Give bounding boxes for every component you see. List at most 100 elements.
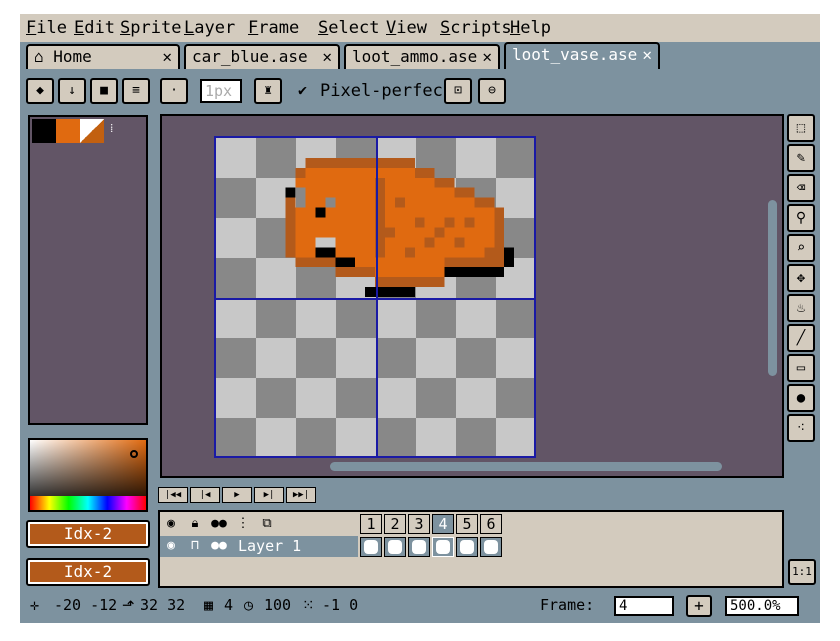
- continuous-icon[interactable]: ●●: [208, 514, 230, 534]
- cel[interactable]: [432, 537, 454, 557]
- cel[interactable]: [360, 537, 382, 557]
- tab-bar: ⌂ Home ✕ car_blue.ase ✕ loot_ammo.ase ✕ …: [20, 42, 820, 69]
- close-icon[interactable]: ✕: [322, 46, 332, 67]
- continuous-icon[interactable]: ●●: [208, 536, 230, 556]
- tab-home[interactable]: ⌂ Home ✕: [26, 44, 180, 69]
- tab-label: loot_vase.ase: [512, 45, 638, 64]
- previous-frame-icon[interactable]: |◀: [190, 487, 220, 503]
- layer-row[interactable]: ◉ ⊓ ●● Layer 1: [160, 536, 358, 557]
- zoom-icon[interactable]: ⌕: [787, 234, 815, 262]
- hue-slider[interactable]: [30, 496, 146, 510]
- tab-loot-ammo[interactable]: loot_ammo.ase ✕: [344, 44, 500, 69]
- lock-icon[interactable]: 🔒︎: [184, 514, 206, 534]
- line-icon[interactable]: ╱: [787, 324, 815, 352]
- pixel-perfect-label[interactable]: Pixel-perfect: [320, 81, 453, 101]
- arrow-down-icon[interactable]: ↓: [58, 78, 86, 104]
- frame-header-6[interactable]: 6: [480, 514, 502, 534]
- eye-icon[interactable]: ◉: [160, 514, 182, 534]
- frame-header-2[interactable]: 2: [384, 514, 406, 534]
- first-frame-icon[interactable]: |◀◀: [158, 487, 188, 503]
- grid-info: -1 0: [322, 596, 359, 614]
- tab-loot-vase[interactable]: loot_vase.ase ✕: [504, 42, 660, 69]
- foreground-color-button[interactable]: Idx-2: [26, 520, 150, 548]
- menu-edit[interactable]: Edit: [74, 18, 115, 38]
- horizontal-scrollbar[interactable]: [330, 462, 722, 471]
- last-frame-icon[interactable]: ▶▶|: [286, 487, 316, 503]
- play-icon[interactable]: ▶: [222, 487, 252, 503]
- rectangle-icon[interactable]: ▭: [787, 354, 815, 382]
- cel[interactable]: [384, 537, 406, 557]
- zoom-input[interactable]: 500.0%: [725, 596, 799, 616]
- symmetry-vertical-icon[interactable]: ⊡: [444, 78, 472, 104]
- paint-bucket-icon[interactable]: ♨: [787, 294, 815, 322]
- menu-scripts[interactable]: Scripts: [440, 18, 512, 38]
- close-icon[interactable]: ✕: [162, 46, 172, 67]
- symmetry-horizontal-icon[interactable]: ⊖: [478, 78, 506, 104]
- check-icon[interactable]: ✔: [298, 81, 307, 99]
- close-icon[interactable]: ✕: [482, 46, 492, 67]
- menu-sprite[interactable]: Sprite: [120, 18, 181, 38]
- palette-swatch[interactable]: [32, 119, 56, 143]
- frame-header-1[interactable]: 1: [360, 514, 382, 534]
- sprite-editor[interactable]: [160, 114, 784, 478]
- dot-brush-icon[interactable]: ·: [160, 78, 188, 104]
- tools-panel: ⬚ ✎ ⌫ ⚲ ⌕ ✥ ♨ ╱ ▭ ● ⁖: [787, 114, 817, 444]
- tab-label: car_blue.ase: [192, 47, 308, 66]
- cursor-position: -20 -12: [54, 596, 118, 614]
- context-toolbar: ◆ ↓ ■ ≡ · 1px ♜ ✔ Pixel-perfect ⊡ ⊖: [20, 70, 820, 112]
- tab-label: Home: [53, 47, 92, 66]
- palette-resize-icon[interactable]: ⁞: [110, 121, 113, 136]
- add-frame-button[interactable]: +: [686, 595, 712, 617]
- menu-bar: File Edit Sprite Layer Frame Select View…: [20, 14, 820, 42]
- sprite-size: 32 32: [140, 596, 186, 614]
- move-icon[interactable]: ✥: [787, 264, 815, 292]
- menu-view[interactable]: View: [386, 18, 427, 38]
- frame-header-5[interactable]: 5: [456, 514, 478, 534]
- square-brush-icon[interactable]: ■: [90, 78, 118, 104]
- menu-select[interactable]: Select: [318, 18, 379, 38]
- app-window: File Edit Sprite Layer Frame Select View…: [20, 14, 820, 623]
- color-picker[interactable]: [28, 438, 148, 512]
- layer-group-icon[interactable]: ⋮: [232, 514, 254, 534]
- onion-skin-icon[interactable]: ⧉: [256, 514, 278, 534]
- cel[interactable]: [456, 537, 478, 557]
- size-icon: ⬏: [122, 596, 135, 614]
- pencil-icon[interactable]: ✎: [787, 144, 815, 172]
- menu-file[interactable]: File: [26, 18, 67, 38]
- menu-frame[interactable]: Frame: [248, 18, 299, 38]
- menu-help[interactable]: Help: [510, 18, 551, 38]
- next-frame-icon[interactable]: ▶|: [254, 487, 284, 503]
- spray-icon[interactable]: ⁖: [787, 414, 815, 442]
- pencil-mode-icon[interactable]: ◆: [26, 78, 54, 104]
- background-color-button[interactable]: Idx-2: [26, 558, 150, 586]
- menu-lines-icon[interactable]: ≡: [122, 78, 150, 104]
- tab-label: loot_ammo.ase: [352, 47, 478, 66]
- sprite-canvas[interactable]: [214, 136, 536, 458]
- cel[interactable]: [408, 537, 430, 557]
- timeline-panel: ◉ 🔒︎ ●● ⋮ ⧉ 1 2 3 4 5 6 ◉ ⊓ ●● Layer 1: [158, 510, 784, 588]
- frame-header-4[interactable]: 4: [432, 514, 454, 534]
- eye-icon[interactable]: ◉: [160, 536, 182, 556]
- frame-header-3[interactable]: 3: [408, 514, 430, 534]
- tab-car-blue[interactable]: car_blue.ase ✕: [184, 44, 340, 69]
- ink-icon[interactable]: ♜: [254, 78, 282, 104]
- marquee-select-icon[interactable]: ⬚: [787, 114, 815, 142]
- close-icon[interactable]: ✕: [642, 44, 652, 65]
- lock-icon[interactable]: ⊓: [184, 536, 206, 556]
- cel[interactable]: [480, 537, 502, 557]
- brush-size-input[interactable]: 1px: [200, 79, 242, 103]
- frame-duration: 100: [264, 596, 292, 614]
- vertical-scrollbar[interactable]: [768, 200, 777, 376]
- one-to-one-button[interactable]: 1:1: [788, 559, 816, 585]
- crosshair-icon: ✛: [30, 596, 40, 614]
- status-bar: ✛ -20 -12 ⬏ 32 32 ▦ 4 ◷ 100 ⁙ -1 0 Frame…: [20, 594, 820, 620]
- palette-swatch[interactable]: [56, 119, 80, 143]
- eraser-icon[interactable]: ⌫: [787, 174, 815, 202]
- palette-swatch[interactable]: [80, 119, 104, 143]
- layer-name[interactable]: Layer 1: [238, 536, 301, 557]
- eyedropper-icon[interactable]: ⚲: [787, 204, 815, 232]
- frame-input[interactable]: 4: [614, 596, 674, 616]
- contour-icon[interactable]: ●: [787, 384, 815, 412]
- frame-count: 4: [224, 596, 234, 614]
- menu-layer[interactable]: Layer: [184, 18, 235, 38]
